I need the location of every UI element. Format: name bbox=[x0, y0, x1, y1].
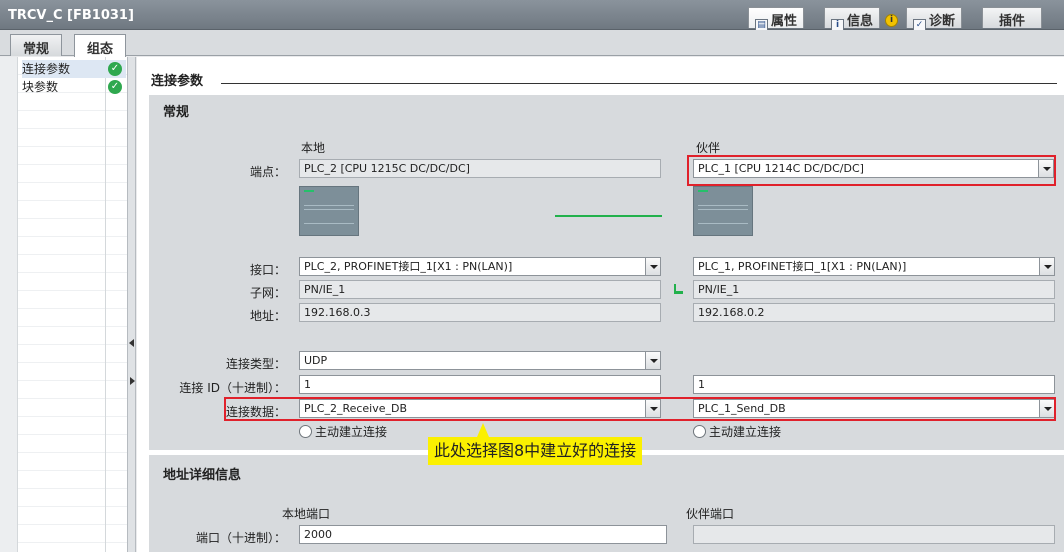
tab-info[interactable]: i 信息 bbox=[824, 7, 881, 32]
partner-endpoint-highlight bbox=[687, 155, 1056, 186]
general-title: 常规 bbox=[163, 105, 190, 120]
panel-splitter[interactable] bbox=[128, 57, 136, 552]
partner-port-field bbox=[693, 525, 1055, 544]
local-port-header: 本地端口 bbox=[282, 507, 331, 521]
chevron-down-icon[interactable] bbox=[645, 352, 660, 369]
annotation-callout: 此处选择图8中建立好的连接 bbox=[428, 437, 643, 465]
nav-item-connection-params[interactable]: 连接参数 ✓ bbox=[22, 60, 126, 78]
address-details-panel: 地址详细信息 本地端口 伙伴端口 端口（十进制）： 2000 bbox=[149, 455, 1064, 552]
radio-icon bbox=[693, 425, 706, 438]
connection-type-label: 连接类型： bbox=[225, 357, 286, 371]
local-header: 本地 bbox=[301, 141, 326, 155]
callout-pointer bbox=[477, 423, 489, 437]
radio-icon bbox=[299, 425, 312, 438]
tab-diagnostics[interactable]: ✓ 诊断 bbox=[906, 7, 963, 32]
subnet-icon bbox=[674, 284, 684, 294]
info-indicator: i bbox=[883, 7, 900, 28]
window-title: TRCV_C [FB1031] bbox=[8, 8, 134, 23]
local-subnet-field: PN/IE_1 bbox=[299, 280, 661, 299]
local-port-input[interactable]: 2000 bbox=[299, 525, 667, 544]
check-ok-icon: ✓ bbox=[108, 80, 122, 94]
partner-address-field: 192.168.0.2 bbox=[693, 303, 1055, 322]
subnet-label: 子网： bbox=[249, 286, 286, 300]
tab-plugins[interactable]: 插件 bbox=[982, 7, 1042, 29]
chevron-down-icon[interactable] bbox=[1039, 258, 1054, 275]
local-interface-select[interactable]: PLC_2, PROFINET接口_1[X1 : PN(LAN)] bbox=[299, 257, 661, 276]
partner-interface-select[interactable]: PLC_1, PROFINET接口_1[X1 : PN(LAN)] bbox=[693, 257, 1055, 276]
main-content: 连接参数 常规 本地 伙伴 端点： PLC_2 [CPU 1215C DC/DC… bbox=[137, 57, 1064, 552]
local-connection-id-input[interactable]: 1 bbox=[299, 375, 661, 394]
connection-id-label: 连接 ID（十进制）： bbox=[179, 381, 286, 395]
interface-label: 接口： bbox=[249, 263, 286, 277]
chevron-down-icon[interactable] bbox=[645, 258, 660, 275]
info-icon: i bbox=[885, 14, 898, 27]
tab-general[interactable]: 常规 bbox=[10, 34, 63, 57]
partner-subnet-field: PN/IE_1 bbox=[693, 280, 1055, 299]
address-details-title: 地址详细信息 bbox=[163, 468, 242, 483]
partner-plc-image bbox=[693, 186, 753, 236]
subtab-bar: 常规 组态 bbox=[0, 30, 1064, 57]
tab-properties[interactable]: ▤ 属性 bbox=[748, 7, 805, 32]
partner-connection-id-input[interactable]: 1 bbox=[693, 375, 1055, 394]
partner-active-connection-radio[interactable]: 主动建立连接 bbox=[693, 423, 781, 440]
partner-port-header: 伙伴端口 bbox=[686, 507, 735, 521]
window-titlebar: TRCV_C [FB1031] ▤ 属性 i 信息 i ✓ 诊断 插件 bbox=[0, 0, 1064, 32]
section-divider bbox=[221, 83, 1057, 84]
port-label: 端口（十进制）： bbox=[195, 531, 286, 545]
partner-header: 伙伴 bbox=[696, 141, 721, 155]
collapse-left-icon[interactable] bbox=[129, 339, 134, 347]
local-endpoint-field: PLC_2 [CPU 1215C DC/DC/DC] bbox=[299, 159, 661, 178]
left-navigation: 连接参数 ✓ 块参数 ✓ bbox=[0, 57, 128, 552]
address-label: 地址： bbox=[249, 309, 286, 323]
tab-configuration[interactable]: 组态 bbox=[74, 34, 127, 57]
connection-data-highlight bbox=[224, 397, 1056, 421]
check-ok-icon: ✓ bbox=[108, 62, 122, 76]
endpoint-label: 端点： bbox=[249, 165, 286, 179]
connection-type-select[interactable]: UDP bbox=[299, 351, 661, 370]
local-active-connection-radio[interactable]: 主动建立连接 bbox=[299, 423, 387, 440]
section-title: 连接参数 bbox=[151, 74, 204, 89]
local-plc-image bbox=[299, 186, 359, 236]
expand-right-icon[interactable] bbox=[130, 377, 135, 385]
local-address-field: 192.168.0.3 bbox=[299, 303, 661, 322]
network-link-line bbox=[555, 215, 662, 217]
nav-item-block-params[interactable]: 块参数 ✓ bbox=[22, 78, 126, 96]
